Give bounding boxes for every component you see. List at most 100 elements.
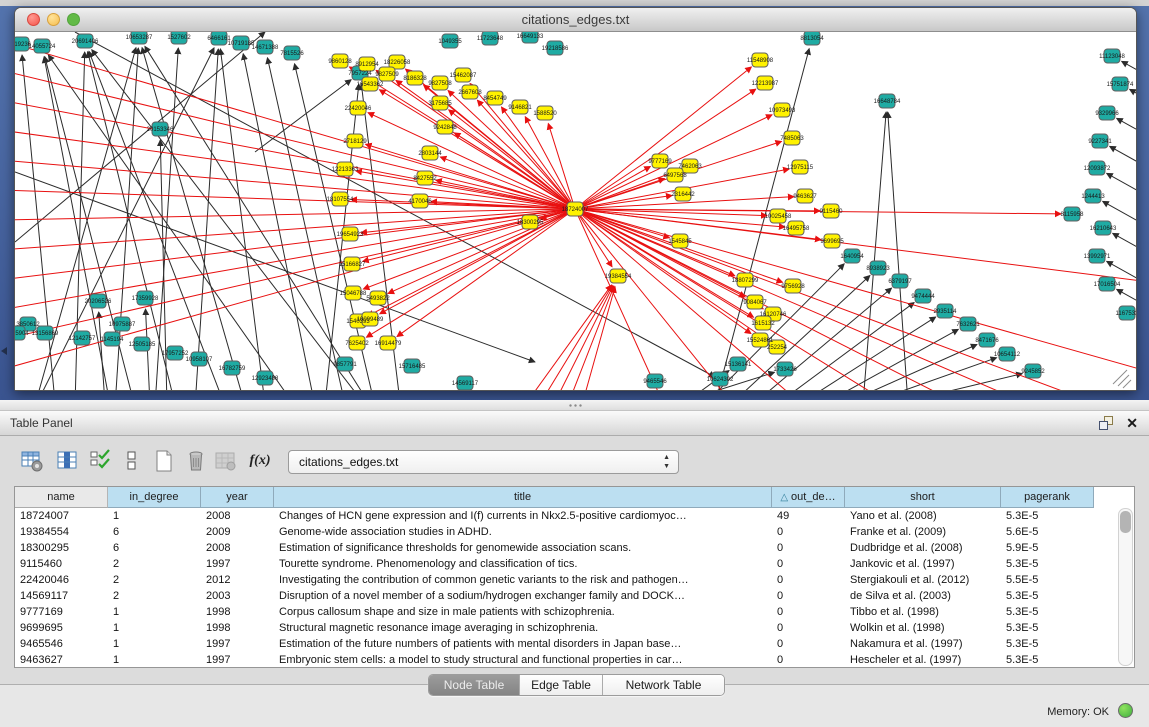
cell-name[interactable]: 9777169	[15, 604, 108, 620]
column-header-title[interactable]: title	[274, 487, 772, 508]
cell-short[interactable]: Hescheler et al. (1997)	[845, 652, 1001, 668]
function-builder-icon[interactable]: f(x)	[246, 447, 274, 475]
cell-title[interactable]: Genome-wide association studies in ADHD.	[274, 524, 772, 540]
cell-short[interactable]: Franke et al. (2009)	[845, 524, 1001, 540]
cell-pagerank[interactable]: 5.3E-5	[1001, 588, 1094, 604]
cell-in-degree[interactable]: 2	[108, 588, 201, 604]
table-row[interactable]: 911546021997Tourette syndrome. Phenomeno…	[15, 556, 1115, 572]
cell-out-de-[interactable]: 0	[772, 652, 845, 668]
cell-year[interactable]: 1997	[201, 636, 274, 652]
cell-title[interactable]: Embryonic stem cells: a model to study s…	[274, 652, 772, 668]
table-row[interactable]: 1872400712008Changes of HCN gene express…	[15, 508, 1115, 524]
table-settings-icon[interactable]	[18, 447, 46, 475]
cell-title[interactable]: Investigating the contribution of common…	[274, 572, 772, 588]
cell-name[interactable]: 9463627	[15, 652, 108, 668]
cell-pagerank[interactable]: 5.3E-5	[1001, 556, 1094, 572]
cell-name[interactable]: 18724007	[15, 508, 108, 524]
cell-name[interactable]: 14569117	[15, 588, 108, 604]
cell-short[interactable]: Yano et al. (2008)	[845, 508, 1001, 524]
cell-title[interactable]: Corpus callosum shape and size in male p…	[274, 604, 772, 620]
table-row[interactable]: 1830029562008Estimation of significance …	[15, 540, 1115, 556]
cell-out-de-[interactable]: 0	[772, 524, 845, 540]
network-canvas[interactable]: 2192361405572420691406106532871527602646…	[15, 32, 1136, 390]
cell-in-degree[interactable]: 2	[108, 556, 201, 572]
table-row[interactable]: 977716911998Corpus callosum shape and si…	[15, 604, 1115, 620]
table-selector-dropdown[interactable]: citations_edges.txt ▲▼	[288, 450, 679, 474]
cell-title[interactable]: Tourette syndrome. Phenomenology and cla…	[274, 556, 772, 572]
panel-collapse-arrow-icon[interactable]	[1, 347, 7, 355]
cell-year[interactable]: 2008	[201, 508, 274, 524]
new-table-icon[interactable]	[150, 447, 178, 475]
cell-title[interactable]: Estimation of the future numbers of pati…	[274, 636, 772, 652]
panel-splitter[interactable]	[0, 400, 1149, 411]
cell-out-de-[interactable]: 0	[772, 540, 845, 556]
cell-pagerank[interactable]: 5.3E-5	[1001, 620, 1094, 636]
cell-in-degree[interactable]: 1	[108, 604, 201, 620]
tab-node-table[interactable]: Node Table	[429, 675, 519, 695]
clear-selection-icon[interactable]	[118, 447, 146, 475]
cell-title[interactable]: Changes of HCN gene expression and I(f) …	[274, 508, 772, 524]
column-header-year[interactable]: year	[201, 487, 274, 508]
cell-pagerank[interactable]: 5.6E-5	[1001, 524, 1094, 540]
cell-pagerank[interactable]: 5.3E-5	[1001, 636, 1094, 652]
cell-title[interactable]: Structural magnetic resonance image aver…	[274, 620, 772, 636]
cell-in-degree[interactable]: 6	[108, 524, 201, 540]
column-visibility-icon[interactable]	[54, 447, 82, 475]
import-table-icon[interactable]	[212, 447, 240, 475]
window-resize-grip-icon[interactable]	[1123, 380, 1131, 388]
cell-year[interactable]: 2003	[201, 588, 274, 604]
cell-in-degree[interactable]: 1	[108, 636, 201, 652]
tab-edge-table[interactable]: Edge Table	[519, 675, 602, 695]
cell-name[interactable]: 9115460	[15, 556, 108, 572]
cell-name[interactable]: 9699695	[15, 620, 108, 636]
cell-pagerank[interactable]: 5.3E-5	[1001, 604, 1094, 620]
cell-year[interactable]: 2012	[201, 572, 274, 588]
cell-in-degree[interactable]: 6	[108, 540, 201, 556]
cell-name[interactable]: 19384554	[15, 524, 108, 540]
cell-year[interactable]: 2008	[201, 540, 274, 556]
table-vertical-scrollbar[interactable]	[1118, 508, 1133, 666]
cell-pagerank[interactable]: 5.3E-5	[1001, 652, 1094, 668]
table-row[interactable]: 946362711997Embryonic stem cells: a mode…	[15, 652, 1115, 668]
cell-out-de-[interactable]: 0	[772, 636, 845, 652]
cell-title[interactable]: Estimation of significance thresholds fo…	[274, 540, 772, 556]
column-header-out-de-[interactable]: △out_de…	[772, 487, 845, 508]
cell-year[interactable]: 1998	[201, 604, 274, 620]
cell-out-de-[interactable]: 0	[772, 604, 845, 620]
cell-short[interactable]: de Silva et al. (2003)	[845, 588, 1001, 604]
cell-title[interactable]: Disruption of a novel member of a sodium…	[274, 588, 772, 604]
cell-name[interactable]: 9465546	[15, 636, 108, 652]
cell-short[interactable]: Tibbo et al. (1998)	[845, 604, 1001, 620]
cell-short[interactable]: Dudbridge et al. (2008)	[845, 540, 1001, 556]
cell-in-degree[interactable]: 2	[108, 572, 201, 588]
cell-short[interactable]: Nakamura et al. (1997)	[845, 636, 1001, 652]
cell-out-de-[interactable]: 0	[772, 556, 845, 572]
network-window-titlebar[interactable]: citations_edges.txt	[15, 8, 1136, 32]
float-window-icon[interactable]	[1099, 416, 1113, 430]
table-row[interactable]: 2242004622012Investigating the contribut…	[15, 572, 1115, 588]
cell-year[interactable]: 2009	[201, 524, 274, 540]
close-icon[interactable]: ✕	[1126, 414, 1138, 432]
table-row[interactable]: 969969511998Structural magnetic resonanc…	[15, 620, 1115, 636]
row-selection-icon[interactable]	[87, 447, 115, 475]
cell-year[interactable]: 1997	[201, 652, 274, 668]
memory-status-indicator[interactable]	[1118, 703, 1133, 718]
column-header-short[interactable]: short	[845, 487, 1001, 508]
cell-out-de-[interactable]: 0	[772, 588, 845, 604]
table-row[interactable]: 946554611997Estimation of the future num…	[15, 636, 1115, 652]
cell-pagerank[interactable]: 5.3E-5	[1001, 508, 1094, 524]
cell-name[interactable]: 18300295	[15, 540, 108, 556]
tab-network-table[interactable]: Network Table	[602, 675, 724, 695]
cell-out-de-[interactable]: 0	[772, 572, 845, 588]
cell-name[interactable]: 22420046	[15, 572, 108, 588]
cell-pagerank[interactable]: 5.9E-5	[1001, 540, 1094, 556]
column-header-name[interactable]: name	[15, 487, 108, 508]
scrollbar-thumb[interactable]	[1120, 511, 1131, 533]
cell-in-degree[interactable]: 1	[108, 508, 201, 524]
table-row[interactable]: 1456911722003Disruption of a novel membe…	[15, 588, 1115, 604]
cell-short[interactable]: Stergiakouli et al. (2012)	[845, 572, 1001, 588]
cell-in-degree[interactable]: 1	[108, 652, 201, 668]
cell-short[interactable]: Jankovic et al. (1997)	[845, 556, 1001, 572]
table-row[interactable]: 1938455462009Genome-wide association stu…	[15, 524, 1115, 540]
cell-short[interactable]: Wolkin et al. (1998)	[845, 620, 1001, 636]
